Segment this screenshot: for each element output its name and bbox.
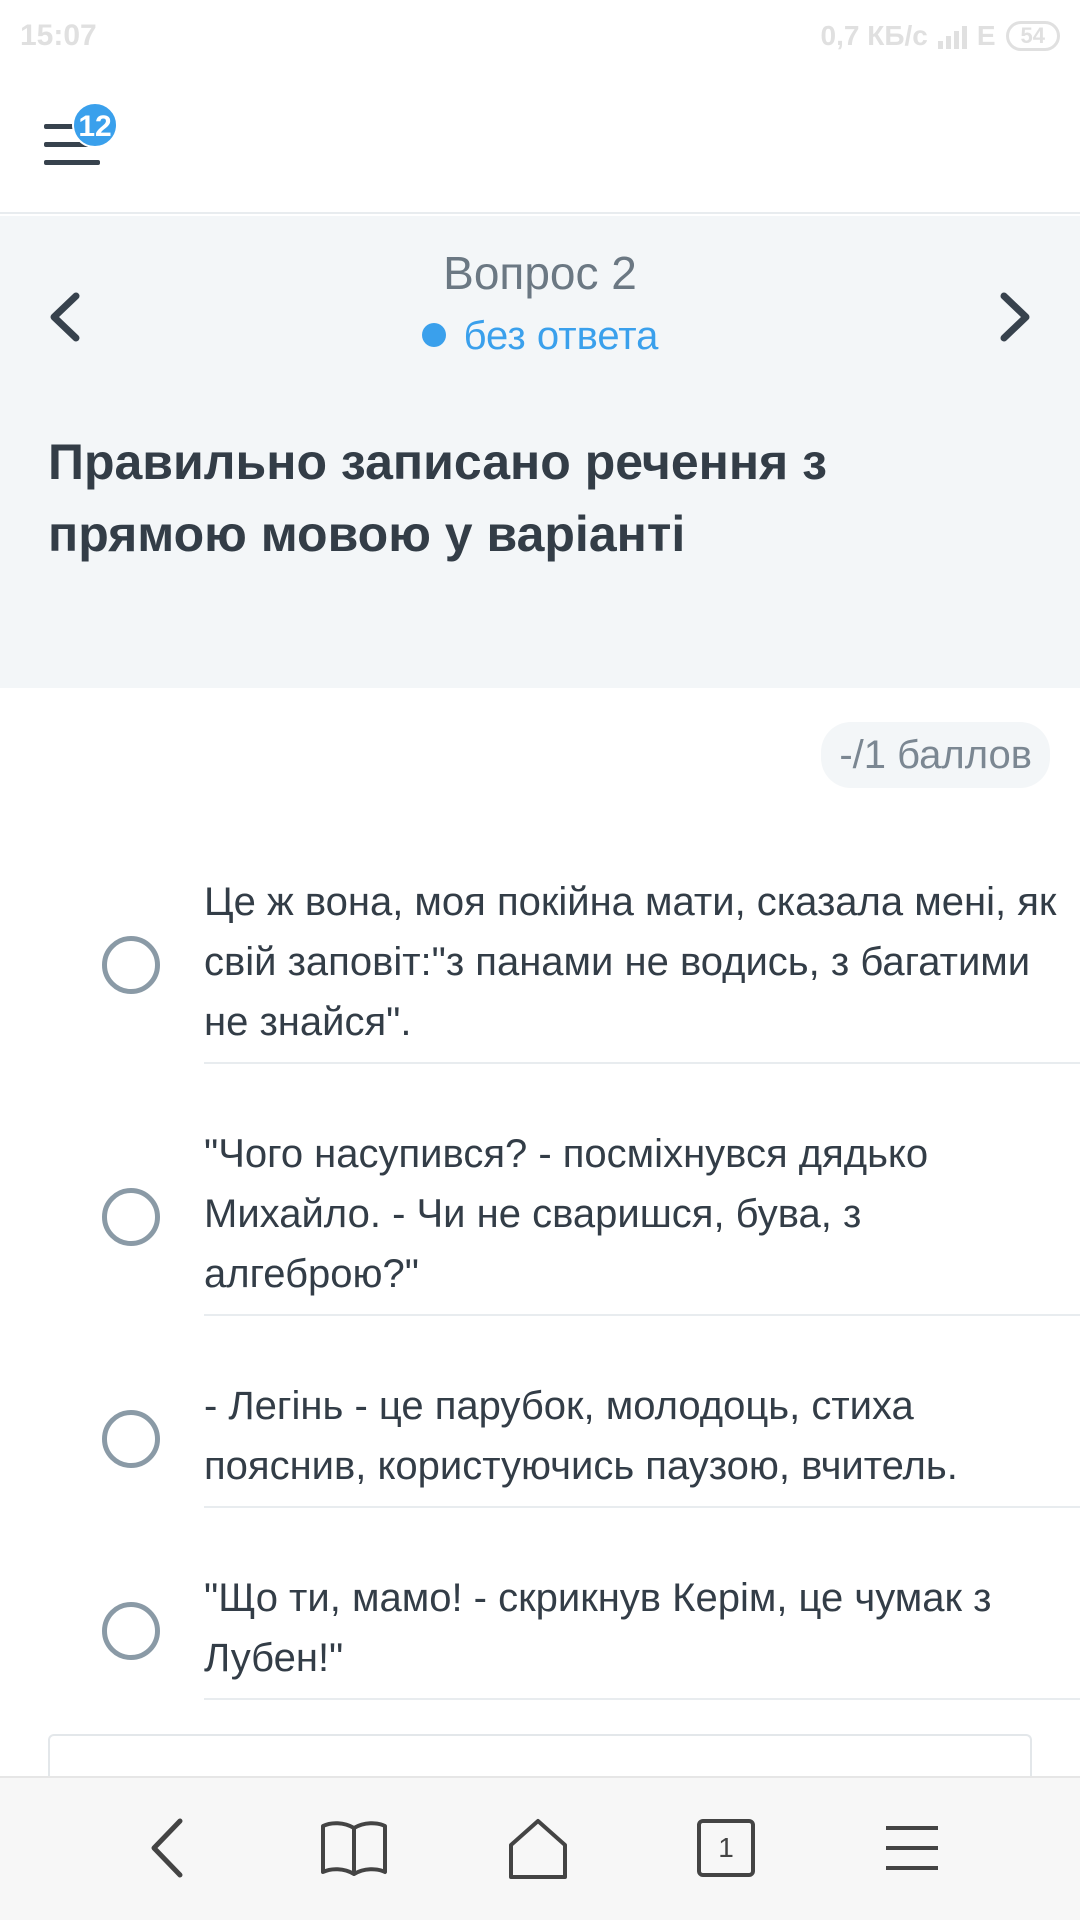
hamburger-icon <box>886 1826 938 1870</box>
battery-icon: 54 <box>1005 21 1060 51</box>
quiz-page: 15:07 0,7 КБ/с E 54 12 Вопрос 2 без отве… <box>0 0 1080 1920</box>
radio-button[interactable] <box>102 1410 160 1468</box>
question-header: Вопрос 2 без ответа Правильно записано р… <box>0 216 1080 688</box>
radio-button[interactable] <box>102 1602 160 1660</box>
answer-option-text: - Легінь - це парубок, молодоць, стиха п… <box>204 1376 1080 1508</box>
question-number: Вопрос 2 <box>443 247 637 299</box>
status-time: 15:07 <box>20 19 97 52</box>
home-icon <box>509 1819 567 1879</box>
book-icon <box>321 1821 387 1876</box>
network-speed: 0,7 КБ/с <box>820 20 928 51</box>
question-text: Правильно записано речення з прямою мово… <box>48 434 827 562</box>
answer-option-text: Це ж вона, моя покійна мати, сказала мен… <box>204 872 1080 1064</box>
status-bar: 15:07 0,7 КБ/с E 54 <box>0 0 1080 72</box>
network-type: E <box>976 20 996 51</box>
next-question-button[interactable] <box>984 282 1044 352</box>
status-indicators: 0,7 КБ/с E 54 <box>821 20 1060 52</box>
radio-button[interactable] <box>102 936 160 994</box>
top-bar: 12 <box>0 72 1080 214</box>
radio-button[interactable] <box>102 1188 160 1246</box>
question-status: без ответа <box>0 314 1080 359</box>
battery-level: 54 <box>1020 23 1045 48</box>
chevron-right-icon <box>1000 292 1030 342</box>
answer-option-text: "Що ти, мамо! - скрикнув Керім, це чумак… <box>204 1568 1080 1700</box>
arrow-back-icon <box>151 1818 183 1878</box>
home-button[interactable] <box>498 1808 578 1888</box>
question-status-label: без ответа <box>463 314 659 358</box>
browser-bottom-bar: 1 <box>0 1776 1080 1920</box>
points-badge: -/1 баллов <box>821 722 1050 788</box>
menu-icon-line <box>44 160 100 165</box>
status-dot-icon <box>421 323 446 348</box>
answer-option-text: "Чого насупився? - посміхнувся дядько Ми… <box>204 1124 1080 1316</box>
browser-menu-button[interactable] <box>872 1808 952 1888</box>
back-button[interactable] <box>128 1808 208 1888</box>
signal-icon <box>937 23 967 49</box>
menu-badge: 12 <box>72 102 118 148</box>
tabs-count: 1 <box>697 1819 755 1877</box>
tabs-button[interactable]: 1 <box>686 1808 766 1888</box>
bookmarks-button[interactable] <box>314 1808 394 1888</box>
